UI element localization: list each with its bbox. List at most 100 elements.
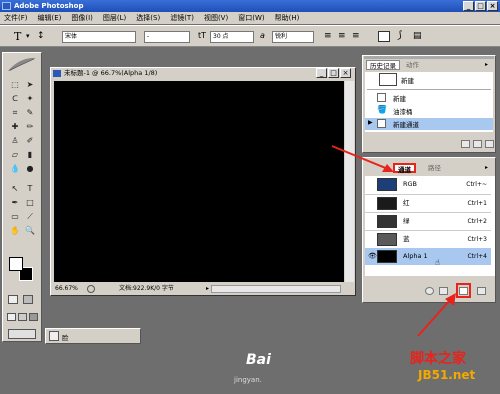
- shape-tool-icon[interactable]: □: [24, 197, 36, 208]
- marquee-tool-icon[interactable]: ⬚: [9, 79, 21, 90]
- palettes-icon[interactable]: ▤: [413, 31, 422, 41]
- slice-tool-icon[interactable]: ✎: [24, 107, 36, 118]
- align-left-icon[interactable]: ≡: [324, 31, 332, 41]
- doc-minimize-button[interactable]: _: [316, 68, 327, 78]
- font-family-select[interactable]: 宋体: [62, 31, 136, 43]
- font-style-select[interactable]: -: [144, 31, 190, 43]
- font-size-icon: tT: [198, 31, 207, 40]
- status-menu-arrow-icon[interactable]: ▸: [206, 283, 209, 295]
- trash-icon[interactable]: [485, 140, 494, 148]
- panel-menu-icon[interactable]: ▸: [485, 164, 488, 171]
- screen-mode-full-icon[interactable]: [29, 313, 38, 321]
- palette-icon: [49, 331, 59, 341]
- maximize-button[interactable]: □: [475, 1, 486, 11]
- channel-thumbnail: [377, 197, 397, 210]
- close-button[interactable]: ×: [487, 1, 498, 11]
- feather-logo-icon: [6, 55, 38, 73]
- text-orientation-icon[interactable]: ↕: [37, 31, 45, 41]
- history-item[interactable]: 新建: [365, 92, 493, 104]
- menu-file[interactable]: 文件(F): [4, 13, 28, 23]
- magic-wand-tool-icon[interactable]: ✦: [24, 93, 36, 104]
- brush-tool-icon[interactable]: ✏: [24, 121, 36, 132]
- move-tool-icon[interactable]: ➤: [24, 79, 36, 90]
- healing-brush-tool-icon[interactable]: ✚: [9, 121, 21, 132]
- info-options-icon[interactable]: [87, 285, 95, 293]
- menu-filter[interactable]: 滤镜(T): [170, 13, 194, 23]
- channel-thumbnail: [377, 215, 397, 228]
- text-tool-icon[interactable]: T: [14, 30, 21, 43]
- channel-row-alpha[interactable]: 👁 Alpha 1 Ctrl+4 ☝: [365, 248, 491, 267]
- tab-actions[interactable]: 动作: [403, 60, 422, 70]
- snapshot-label[interactable]: 新建: [401, 75, 414, 85]
- history-brush-tool-icon[interactable]: ✐: [24, 135, 36, 146]
- menu-layer[interactable]: 图层(L): [103, 13, 126, 23]
- channel-row-red[interactable]: 红 Ctrl+1: [365, 194, 491, 211]
- align-right-icon[interactable]: ≡: [352, 31, 360, 41]
- jingyan-watermark: jingyan.: [234, 376, 262, 384]
- menu-view[interactable]: 视图(V): [204, 13, 228, 23]
- antialias-select[interactable]: 锐利: [272, 31, 314, 43]
- menu-select[interactable]: 选择(S): [136, 13, 160, 23]
- lasso-tool-icon[interactable]: ᑕ: [9, 93, 21, 104]
- minimized-palette[interactable]: 脸: [45, 328, 141, 344]
- channel-row-blue[interactable]: 蓝 Ctrl+3: [365, 230, 491, 247]
- text-color-swatch[interactable]: [378, 31, 390, 42]
- dodge-tool-icon[interactable]: ●: [24, 163, 36, 174]
- foreground-color-swatch[interactable]: [9, 257, 23, 271]
- pen-tool-icon[interactable]: ✒: [9, 197, 21, 208]
- site-watermark-domain: JB51.net: [418, 368, 476, 382]
- panel-grip: [364, 56, 494, 59]
- gradient-tool-icon[interactable]: ▮: [24, 149, 36, 160]
- channel-row-green[interactable]: 绿 Ctrl+2: [365, 212, 491, 229]
- align-center-icon[interactable]: ≡: [338, 31, 346, 41]
- new-document-from-state-icon[interactable]: [461, 140, 470, 148]
- annotation-arrow-bottom: [417, 293, 456, 337]
- menu-window[interactable]: 窗口(W): [238, 13, 264, 23]
- horizontal-scrollbar[interactable]: [211, 285, 341, 293]
- quick-mask-mode-icon[interactable]: [23, 295, 33, 304]
- visibility-eye-icon[interactable]: 👁: [368, 248, 377, 265]
- channel-thumbnail: [377, 233, 397, 246]
- screen-mode-standard-icon[interactable]: [7, 313, 16, 321]
- history-item-selected[interactable]: ▶ 新建通道: [365, 118, 493, 130]
- new-channel-icon: [377, 119, 386, 128]
- minimize-button[interactable]: _: [463, 1, 474, 11]
- tab-paths[interactable]: 路径: [425, 163, 444, 173]
- panel-menu-icon[interactable]: ▸: [485, 61, 488, 68]
- menu-help[interactable]: 帮助(H): [275, 13, 300, 23]
- options-bar: T ▾ ↕ 宋体 - tT 30 点 a 锐利 ≡ ≡ ≡ ⟆ ▤: [0, 25, 500, 47]
- menu-bar: 文件(F) 编辑(E) 图像(I) 图层(L) 选择(S) 滤镜(T) 视图(V…: [0, 12, 500, 24]
- blur-tool-icon[interactable]: 💧: [9, 163, 21, 174]
- history-item[interactable]: 🪣 油漆桶: [365, 105, 493, 117]
- zoom-level[interactable]: 66.67%: [55, 283, 78, 295]
- doc-maximize-button[interactable]: □: [328, 68, 339, 78]
- screen-mode-full-menu-icon[interactable]: [18, 313, 27, 321]
- notes-tool-icon[interactable]: ▭: [9, 211, 21, 222]
- menu-image[interactable]: 图像(I): [71, 13, 93, 23]
- standard-mode-icon[interactable]: [8, 295, 18, 304]
- type-tool-icon[interactable]: T: [24, 183, 36, 194]
- history-divider: [367, 89, 491, 90]
- canvas[interactable]: [54, 81, 344, 282]
- path-selection-tool-icon[interactable]: ↖: [9, 183, 21, 194]
- tool-preset-dropdown-icon[interactable]: ▾: [26, 32, 30, 40]
- jump-to-imageready-button[interactable]: [8, 329, 36, 339]
- vertical-scrollbar[interactable]: [345, 81, 354, 282]
- zoom-tool-icon[interactable]: 🔍: [24, 225, 36, 236]
- channel-thumbnail: [377, 250, 397, 263]
- tab-history[interactable]: 历史记录: [366, 60, 400, 70]
- menu-edit[interactable]: 编辑(E): [38, 13, 62, 23]
- eyedropper-tool-icon[interactable]: ⟋: [24, 211, 36, 222]
- delete-channel-icon[interactable]: [477, 287, 486, 295]
- snapshot-thumbnail: [379, 73, 397, 86]
- annotation-arrow: [331, 145, 394, 172]
- font-size-select[interactable]: 30 点: [210, 31, 254, 43]
- doc-close-button[interactable]: ×: [340, 68, 351, 78]
- crop-tool-icon[interactable]: ⌗: [9, 107, 21, 118]
- clone-stamp-tool-icon[interactable]: ♙: [9, 135, 21, 146]
- hand-cursor-icon: ☝: [435, 258, 440, 267]
- warp-text-icon[interactable]: ⟆: [398, 30, 402, 41]
- hand-tool-icon[interactable]: ✋: [9, 225, 21, 236]
- eraser-tool-icon[interactable]: ▱: [9, 149, 21, 160]
- new-snapshot-icon[interactable]: [473, 140, 482, 148]
